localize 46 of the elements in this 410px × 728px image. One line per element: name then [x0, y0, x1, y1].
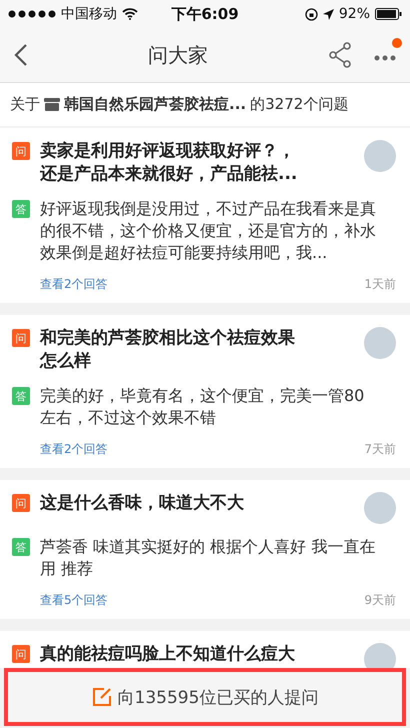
- question-card[interactable]: 问 和完美的芦荟胶相比这个祛痘效果怎么样 答 完美的好，毕竟有名，这个便宜，完美一管80左右，不过这个效果不错 查看2个回答 7天前: [0, 315, 410, 468]
- answer-text: 芦荟香 味道其实挺好的 根据个人喜好 我一直在用 推荐: [40, 536, 376, 580]
- share-icon[interactable]: [328, 42, 352, 68]
- avatar: [364, 492, 396, 524]
- question-time: 1天前: [364, 276, 396, 293]
- question-badge: 问: [12, 645, 30, 663]
- question-time: 7天前: [364, 441, 396, 458]
- page-title: 问大家: [147, 42, 209, 68]
- question-badge: 问: [12, 142, 30, 160]
- question-text: 这是什么香味，味道大不大: [40, 492, 245, 515]
- question-text: 和完美的芦荟胶相比这个祛痘效果怎么样: [40, 327, 296, 373]
- answer-badge: 答: [12, 200, 30, 218]
- rotation-lock-icon: [304, 8, 318, 20]
- subtitle-prefix: 关于: [10, 95, 40, 114]
- question-card[interactable]: 问 这是什么香味，味道大不大 答 芦荟香 味道其实挺好的 根据个人喜好 我一直在用 推荐 查看5个回答 9天前: [0, 480, 410, 619]
- view-answers-link[interactable]: 查看2个回答: [40, 441, 108, 458]
- avatar: [364, 327, 396, 359]
- battery-percent: 92%: [338, 6, 370, 22]
- question-card[interactable]: 问 卖家是利用好评返现获取好评？，还是产品本来就很好，产品能祛... 答 好评返现我倒是没用过，不过产品在我看来是真的很不错，这个价格又便宜，还是官方的，补水效果倒是超好祛痘可能要持续用吧，我... 查看2个回答 1天前: [0, 128, 410, 303]
- more-icon[interactable]: [374, 54, 396, 60]
- avatar: [364, 140, 396, 172]
- product-name[interactable]: 韩国自然乐园芦荟胶祛痘...: [64, 95, 246, 114]
- battery-icon: [375, 8, 402, 20]
- answer-badge: 答: [12, 387, 30, 405]
- status-time: 下午6:09: [171, 4, 239, 24]
- location-arrow-icon: [322, 8, 334, 20]
- signal-icon: [8, 10, 56, 18]
- question-badge: 问: [12, 329, 30, 347]
- question-badge: 问: [12, 494, 30, 512]
- back-icon[interactable]: [14, 43, 28, 67]
- question-count: 的3272个问题: [250, 95, 348, 114]
- question-card[interactable]: 问 真的能祛痘吗脸上不知道什么痘大: [0, 631, 410, 668]
- answer-badge: 答: [12, 538, 30, 556]
- carrier-name: 中国移动: [61, 5, 117, 23]
- wifi-icon: [122, 8, 138, 20]
- answer-text: 好评返现我倒是没用过，不过产品在我看来是真的很不错，这个价格又便宜，还是官方的，补水效果倒是超好祛痘可能要持续用吧，我...: [40, 198, 377, 264]
- question-text: 真的能祛痘吗脸上不知道什么痘大: [40, 643, 296, 666]
- question-time: 9天前: [364, 592, 396, 609]
- question-text: 卖家是利用好评返现获取好评？，还是产品本来就很好，产品能祛...: [40, 140, 298, 186]
- gift-box-icon: [44, 98, 60, 111]
- view-answers-link[interactable]: 查看5个回答: [40, 592, 108, 609]
- avatar: [364, 643, 396, 668]
- edit-icon: [92, 687, 112, 707]
- ask-question-button[interactable]: 向135595位已买的人提问: [88, 682, 322, 712]
- view-answers-link[interactable]: 查看2个回答: [40, 276, 108, 293]
- answer-text: 完美的好，毕竟有名，这个便宜，完美一管80左右，不过这个效果不错: [40, 385, 366, 429]
